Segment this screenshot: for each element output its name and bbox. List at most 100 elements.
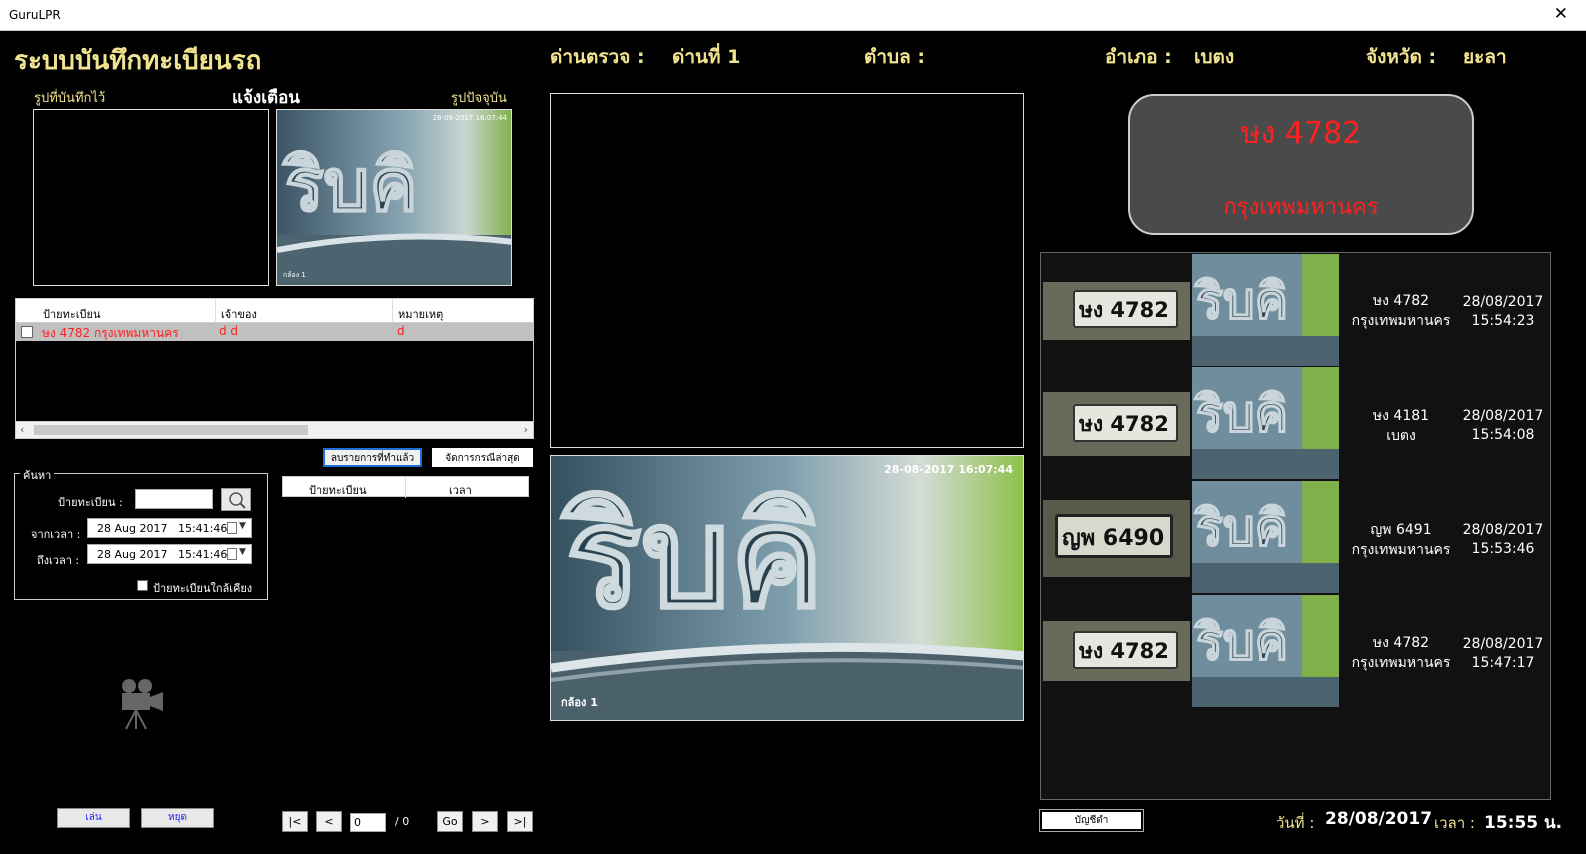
alert-label: แจ้งเตือน (232, 88, 300, 108)
next-page-button[interactable]: > (472, 811, 498, 832)
stop-button[interactable]: หยุด (141, 808, 214, 828)
live-camera-feed: ริบคิ 28-08-2017 16:07:44 กล้อง 1 (550, 455, 1024, 721)
plate-search-input[interactable] (135, 489, 213, 509)
saved-image-frame (33, 109, 269, 286)
plate-crop-sign: ษง 4782 (1073, 290, 1178, 328)
plate-crop-text: ญพ 6490 (1062, 526, 1165, 551)
from-time-picker[interactable]: 28 Aug 2017 15:41:46 ▼ (87, 518, 252, 538)
province-label: จังหวัด : (1366, 46, 1437, 68)
vehicle-image: ริบคิ (1192, 254, 1339, 366)
svg-text:ริบคิ: ริบคิ (1194, 613, 1288, 671)
list-item[interactable]: ญพ 6490 ริบคิ ญพ 6491 กรุงเทพมหานคร 28/08… (1041, 481, 1550, 594)
thumbnail-timestamp: 28-08-2017 16:07:44 (432, 114, 507, 122)
prev-page-button[interactable]: < (316, 811, 342, 832)
svg-text:ริบคิ: ริบคิ (1194, 385, 1288, 443)
results-column-plate[interactable]: ป้ายทะเบียน (309, 481, 366, 499)
window-title: GuruLPR (9, 8, 61, 22)
column-owner[interactable]: เจ้าของ (221, 305, 257, 323)
svg-text:ริบคิ: ริบคิ (282, 143, 418, 227)
vehicle-image: ริบคิ (1192, 481, 1339, 593)
manage-latest-button[interactable]: จัดการกรณีล่าสุด (432, 448, 533, 467)
current-image-frame: ริบคิ 28-08-2017 16:07:44 กล้อง 1 (276, 109, 512, 286)
date-value: 28/08/2017 (1325, 809, 1433, 829)
date-label: วันที่ : (1276, 814, 1315, 832)
plate-crop-text: ษง 4782 (1079, 298, 1169, 322)
record-plate: ษง 4181 (1372, 408, 1430, 424)
live-camera-image: ริบคิ (551, 456, 1023, 720)
list-item[interactable]: ษง 4782 ริบคิ ษง 4782 กรุงเทพมหานคร 28/08… (1041, 253, 1550, 366)
checkpoint-label: ด่านตรวจ : (550, 46, 645, 68)
results-table-header: ป้ายทะเบียน เวลา (282, 476, 529, 499)
list-item[interactable]: ษง 4782 ริบคิ ษง 4782 กรุงเทพมหานคร 28/08… (1041, 595, 1550, 708)
plate-crop-image: ษง 4782 (1043, 392, 1190, 456)
record-time: 15:53:46 (1471, 541, 1535, 557)
vehicle-image: ริบคิ (1192, 595, 1339, 707)
calendar-icon[interactable] (227, 522, 237, 534)
similar-plate-checkbox[interactable] (137, 580, 148, 591)
search-button[interactable] (221, 488, 251, 511)
search-group-label: ค้นหา (20, 466, 55, 484)
record-time: 15:54:23 (1471, 313, 1535, 329)
app-title: ระบบบันทึกทะเบียนรถ (14, 46, 262, 76)
plate-crop-text: ษง 4782 (1079, 639, 1169, 663)
column-plate[interactable]: ป้ายทะเบียน (43, 305, 100, 323)
window-titlebar: GuruLPR ✕ (0, 0, 1586, 31)
chevron-down-icon[interactable]: ▼ (239, 521, 246, 531)
scrollbar-thumb[interactable] (34, 425, 308, 435)
close-icon[interactable]: ✕ (1554, 4, 1568, 24)
record-province: เบตง (1386, 428, 1416, 444)
plate-search-label: ป้ายทะเบียน : (58, 496, 123, 509)
svg-text:ริบคิ: ริบคิ (560, 477, 824, 640)
blacklist-button[interactable]: บัญชีดำ (1039, 809, 1144, 832)
plate-crop-sign: ษง 4782 (1073, 404, 1178, 442)
movie-camera-icon (118, 677, 166, 737)
to-time-value: 28 Aug 2017 15:41:46 (97, 548, 228, 561)
province-value: ยะลา (1463, 46, 1507, 68)
video-playback-panel (550, 93, 1024, 448)
last-page-button[interactable]: >| (507, 811, 533, 832)
plate-crop-sign: ษง 4782 (1073, 631, 1178, 669)
page-total: / 0 (395, 815, 410, 828)
time-value: 15:55 น. (1484, 813, 1563, 833)
row-plate: ษง 4782 กรุงเทพมหานคร (42, 326, 179, 340)
record-date: 28/08/2017 (1462, 636, 1544, 652)
thumbnail-camera-name: กล้อง 1 (283, 271, 306, 279)
similar-plate-label: ป้ายทะเบียนใกล้เคียง (153, 582, 253, 595)
from-time-label: จากเวลา : (31, 528, 81, 541)
row-note: d (397, 324, 405, 338)
record-plate: ษง 4782 (1372, 635, 1430, 651)
record-province: กรุงเทพมหานคร (1351, 542, 1451, 558)
svg-text:ริบคิ: ริบคิ (1194, 272, 1288, 330)
list-item[interactable]: ษง 4782 ริบคิ ษง 4181 เบตง 28/08/2017 15:5… (1041, 367, 1550, 480)
go-button[interactable]: Go (437, 811, 463, 832)
scroll-right-icon[interactable]: › (524, 423, 528, 436)
record-date: 28/08/2017 (1462, 408, 1544, 424)
first-page-button[interactable]: |< (282, 811, 308, 832)
scroll-left-icon[interactable]: ‹ (20, 423, 24, 436)
horizontal-scrollbar[interactable]: ‹ › (16, 421, 533, 438)
detected-plate-box: ษง 4782 กรุงเทพมหานคร (1128, 94, 1474, 235)
chevron-down-icon[interactable]: ▼ (239, 547, 246, 557)
calendar-icon[interactable] (227, 548, 237, 560)
delete-done-button[interactable]: ลบรายการที่ทำแล้ว (323, 448, 422, 467)
district-value: เบตง (1194, 46, 1235, 68)
camera-timestamp: 28-08-2017 16:07:44 (884, 463, 1013, 476)
page-number-input[interactable] (350, 813, 386, 832)
results-column-time[interactable]: เวลา (449, 481, 472, 499)
column-divider (215, 299, 216, 323)
record-province: กรุงเทพมหานคร (1351, 313, 1451, 329)
record-date: 28/08/2017 (1462, 294, 1544, 310)
to-time-picker[interactable]: 28 Aug 2017 15:41:46 ▼ (87, 544, 252, 564)
play-button[interactable]: เล่น (57, 808, 130, 828)
record-date: 28/08/2017 (1462, 522, 1544, 538)
table-row[interactable]: ษง 4782 กรุงเทพมหานคร d d d (16, 323, 533, 341)
row-checkbox[interactable] (21, 326, 33, 338)
plate-crop-image: ษง 4782 (1043, 282, 1190, 340)
saved-image-label: รูปที่บันทึกไว้ (34, 91, 106, 106)
detected-plate-number: ษง 4782 (1240, 116, 1362, 151)
record-time: 15:47:17 (1471, 655, 1535, 671)
plate-crop-sign: ญพ 6490 (1055, 514, 1173, 558)
current-camera-thumbnail: ริบคิ (277, 110, 511, 285)
record-plate: ญพ 6491 (1370, 522, 1432, 538)
column-note[interactable]: หมายเหตุ (398, 305, 443, 323)
